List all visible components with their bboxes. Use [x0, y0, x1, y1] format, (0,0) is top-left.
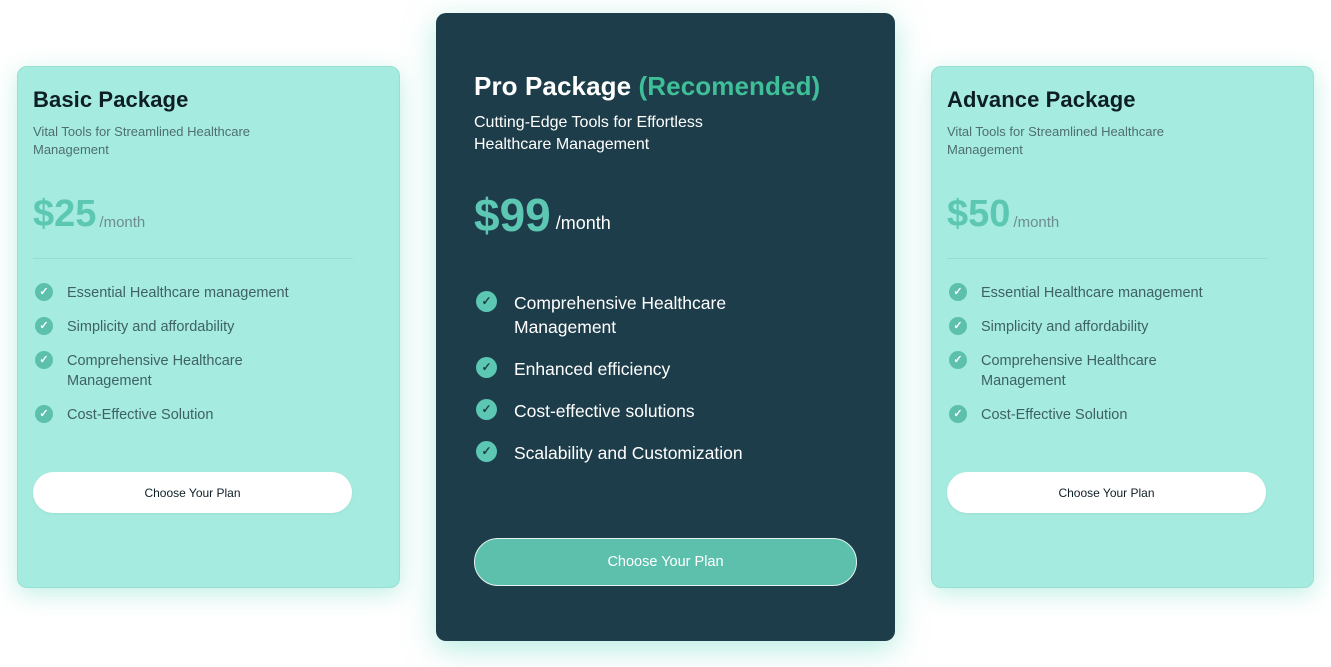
feature-label: Cost-effective solutions [514, 401, 695, 421]
check-circle-icon: ✓ [476, 357, 497, 378]
list-item: ✓ Comprehensive Healthcare Management [474, 291, 857, 339]
list-item: ✓ Cost-Effective Solution [33, 405, 384, 425]
basic-price: $25 [33, 193, 97, 235]
advance-price-row: $50 /month [947, 194, 1298, 234]
check-circle-icon: ✓ [476, 441, 497, 462]
check-circle-icon: ✓ [35, 351, 53, 369]
advance-package-card: Advance Package Vital Tools for Streamli… [931, 66, 1314, 588]
list-item: ✓ Comprehensive Healthcare Management [33, 351, 384, 391]
check-circle-icon: ✓ [949, 405, 967, 423]
check-circle-icon: ✓ [35, 317, 53, 335]
list-item: ✓ Cost-effective solutions [474, 399, 857, 423]
pro-package-card: Pro Package (Recomended) Cutting-Edge To… [436, 13, 895, 641]
list-item: ✓ Essential Healthcare management [33, 283, 384, 303]
feature-label: Essential Healthcare management [67, 285, 289, 301]
check-circle-icon: ✓ [949, 317, 967, 335]
recommended-badge: (Recomended) [638, 71, 821, 101]
advance-choose-plan-button[interactable]: Choose Your Plan [947, 472, 1266, 513]
feature-label: Cost-Effective Solution [981, 407, 1128, 423]
basic-feature-list: ✓ Essential Healthcare management ✓ Simp… [33, 283, 384, 425]
check-circle-icon: ✓ [35, 283, 53, 301]
pro-choose-plan-button[interactable]: Choose Your Plan [474, 538, 857, 586]
basic-price-period: /month [99, 214, 146, 231]
basic-choose-plan-button[interactable]: Choose Your Plan [33, 472, 352, 513]
feature-label: Comprehensive Healthcare Management [981, 353, 1157, 389]
feature-label: Comprehensive Healthcare Management [514, 293, 727, 337]
check-circle-icon: ✓ [35, 405, 53, 423]
basic-price-row: $25 /month [33, 194, 384, 234]
list-item: ✓ Scalability and Customization [474, 441, 857, 465]
pro-price: $99 [474, 189, 551, 241]
advance-divider [947, 258, 1267, 259]
pro-package-title-text: Pro Package [474, 71, 632, 101]
list-item: ✓ Simplicity and affordability [947, 317, 1298, 337]
list-item: ✓ Comprehensive Healthcare Management [947, 351, 1298, 391]
basic-divider [33, 258, 353, 259]
advance-price-period: /month [1013, 214, 1060, 231]
pro-feature-list: ✓ Comprehensive Healthcare Management ✓ … [474, 291, 857, 465]
list-item: ✓ Simplicity and affordability [33, 317, 384, 337]
pro-package-subtitle: Cutting-Edge Tools for Effortless Health… [474, 114, 703, 153]
basic-package-subtitle: Vital Tools for Streamlined Healthcare M… [33, 124, 251, 157]
feature-label: Simplicity and affordability [67, 319, 235, 335]
advance-price: $50 [947, 193, 1011, 235]
feature-label: Essential Healthcare management [981, 285, 1203, 301]
feature-label: Simplicity and affordability [981, 319, 1149, 335]
check-circle-icon: ✓ [476, 291, 497, 312]
basic-package-card: Basic Package Vital Tools for Streamline… [17, 66, 400, 588]
check-circle-icon: ✓ [949, 283, 967, 301]
check-circle-icon: ✓ [476, 399, 497, 420]
advance-package-subtitle: Vital Tools for Streamlined Healthcare M… [947, 124, 1165, 157]
feature-label: Cost-Effective Solution [67, 407, 214, 423]
list-item: ✓ Essential Healthcare management [947, 283, 1298, 303]
advance-feature-list: ✓ Essential Healthcare management ✓ Simp… [947, 283, 1298, 425]
advance-package-title: Advance Package [947, 87, 1136, 112]
basic-package-title: Basic Package [33, 87, 189, 112]
pro-price-row: $99 /month [474, 191, 857, 239]
feature-label: Enhanced efficiency [514, 359, 671, 379]
feature-label: Comprehensive Healthcare Management [67, 353, 243, 389]
feature-label: Scalability and Customization [514, 443, 743, 463]
pro-price-period: /month [555, 213, 611, 233]
list-item: ✓ Enhanced efficiency [474, 357, 857, 381]
pro-package-title: Pro Package (Recomended) [474, 71, 857, 102]
list-item: ✓ Cost-Effective Solution [947, 405, 1298, 425]
check-circle-icon: ✓ [949, 351, 967, 369]
